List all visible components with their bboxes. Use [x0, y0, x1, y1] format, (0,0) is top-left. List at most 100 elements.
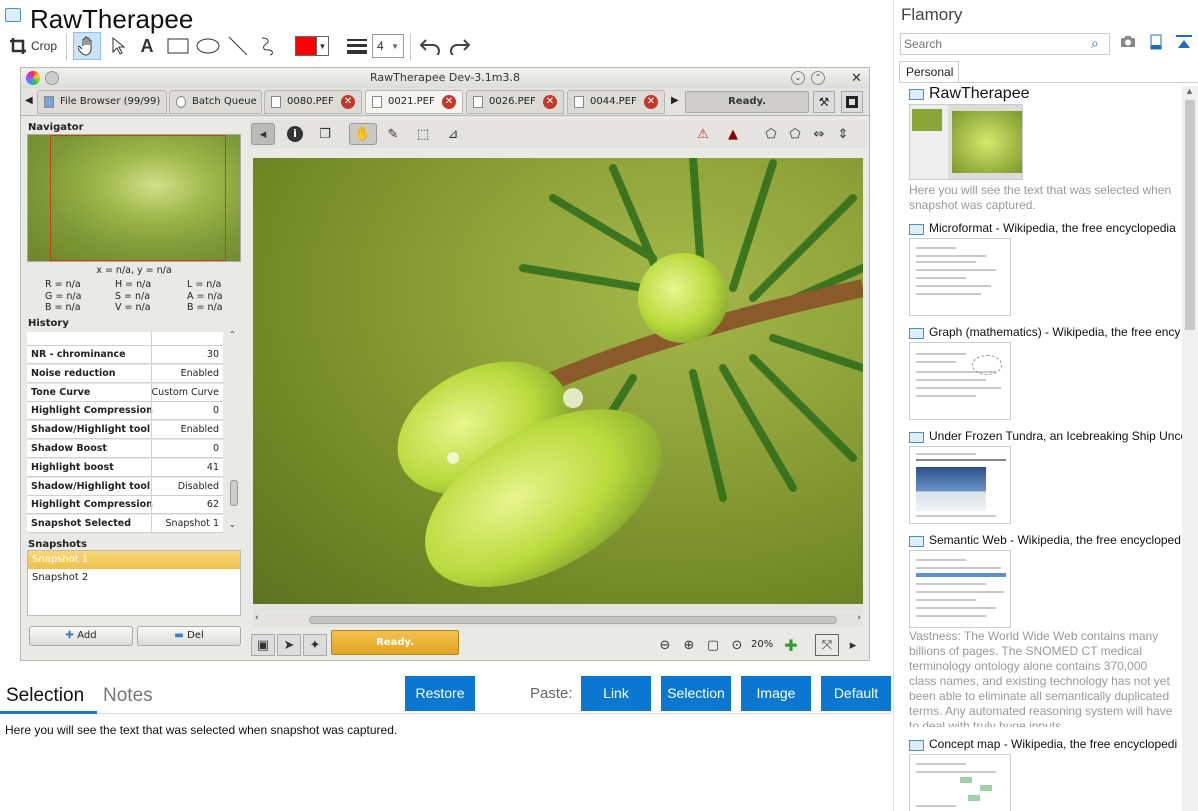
tab-label: 0080.PEF — [287, 96, 334, 107]
line-tool-button[interactable] — [226, 32, 250, 60]
hand-tool-button[interactable] — [73, 32, 101, 60]
fullscreen-icon — [841, 91, 863, 113]
b-value: B = n/a — [45, 302, 81, 313]
history-name: Highlight Compression — [31, 405, 153, 417]
maximize-icon: ⌃ — [811, 71, 825, 85]
document-icon[interactable] — [1150, 34, 1164, 50]
list-item[interactable]: Graph (mathematics) - Wikipedia, the fre… — [905, 325, 1182, 425]
item-thumbnail — [909, 550, 1011, 628]
paste-default-button[interactable]: Default — [821, 676, 891, 711]
page-title: RawTherapee — [30, 4, 194, 34]
history-row: Shadow/Highlight tool Disabled — [27, 477, 223, 496]
tab-personal[interactable]: Personal — [899, 61, 959, 83]
new-detail-window-icon: ✚ — [784, 635, 798, 655]
item-thumbnail — [909, 104, 1023, 180]
item-description: Vastness: The World Wide Web contains ma… — [909, 629, 1173, 727]
item-thumbnail — [909, 342, 1011, 420]
r-value: R = n/a — [45, 279, 81, 290]
hide-panel-icon: ◂ — [251, 123, 275, 145]
collapse-icon[interactable] — [1176, 34, 1192, 50]
del-label: Del — [187, 630, 204, 641]
line-width-select[interactable]: 4 ▼ — [372, 34, 404, 58]
freehand-icon — [261, 37, 273, 56]
history-name: Shadow/Highlight tool — [31, 480, 151, 492]
close-icon: ✕ — [341, 95, 355, 109]
item-title: Microformat - Wikipedia, the free encycl… — [929, 221, 1176, 235]
close-icon: ✕ — [442, 95, 456, 109]
history-name: Shadow/Highlight tool — [31, 424, 151, 436]
tab-0026: 0026.PEF ✕ — [466, 90, 564, 114]
crop-button[interactable]: Crop — [6, 32, 60, 60]
camera-icon[interactable] — [1120, 34, 1138, 50]
crop-label: Crop — [30, 39, 57, 53]
tab-0021: 0021.PEF ✕ — [365, 90, 463, 114]
list-item[interactable]: RawTherapee Here you will see the text t… — [905, 86, 1182, 216]
hand-icon: ✋ — [349, 123, 377, 145]
list-item[interactable]: Semantic Web - Wikipedia, the free encyc… — [905, 533, 1182, 733]
list-item[interactable]: Under Frozen Tundra, an Icebreaking Ship… — [905, 429, 1182, 529]
snapshots-title: Snapshots — [28, 539, 87, 550]
minus-icon: ▬ — [174, 630, 188, 641]
redo-button[interactable] — [446, 32, 474, 60]
undo-button[interactable] — [416, 32, 444, 60]
select-tool-button[interactable] — [106, 32, 130, 60]
web-page-icon — [909, 536, 924, 547]
selection-text[interactable]: Here you will see the text that was sele… — [5, 723, 397, 737]
rectangle-tool-button[interactable] — [164, 32, 192, 60]
chevron-left-icon: ‹ — [255, 613, 259, 623]
list-item[interactable]: Microformat - Wikipedia, the free encycl… — [905, 221, 1182, 321]
info-icon: i — [283, 123, 307, 145]
tab-label: Batch Queue — [192, 96, 257, 107]
color-picker[interactable]: ▼ — [292, 32, 332, 60]
circle-icon — [45, 71, 59, 85]
chevron-down-icon: ⌄ — [229, 520, 236, 529]
warning-icon: ⚠ — [697, 126, 709, 142]
editor-toolbar: ◂ i ❐ ✋ ✎ ⬚ ⊿ ⚠ ▲ ⬠ ⬠ ⇔ ⇕ — [249, 120, 867, 148]
tab-notes[interactable]: Notes — [103, 685, 153, 707]
tab-selection[interactable]: Selection — [6, 685, 84, 707]
pointer-icon — [112, 37, 125, 55]
g-value: G = n/a — [45, 290, 82, 302]
history-row: Snapshot Selected Snapshot 1 — [27, 515, 223, 534]
status-ready-top: Ready. — [685, 91, 809, 113]
document-icon — [271, 96, 281, 108]
del-snapshot-button: ▬ Del — [137, 626, 241, 646]
history-name: Snapshot Selected — [31, 518, 132, 530]
web-page-icon — [909, 432, 924, 443]
paste-image-button[interactable]: Image — [741, 676, 811, 711]
redo-icon — [450, 39, 471, 55]
chevron-left-icon: ◀ — [25, 95, 33, 106]
search-icon[interactable]: ⌕ — [1091, 35, 1099, 52]
paste-link-button[interactable]: Link — [581, 676, 651, 711]
window-title-bar: RawTherapee Dev-3.1m3.8 ⌄ ⌃ ✕ — [21, 68, 869, 88]
zoom-100-icon: ⊙ — [731, 637, 743, 653]
history-name: Shadow Boost — [31, 443, 107, 454]
history-value: 0 — [212, 405, 219, 417]
wrench-icon: ⚒ — [813, 91, 835, 113]
text-tool-button[interactable]: A — [135, 32, 159, 60]
snapshot-list-scrollbar[interactable]: ▲ — [1182, 86, 1198, 811]
item-title: Semantic Web - Wikipedia, the free encyc… — [929, 533, 1181, 547]
document-icon — [574, 96, 584, 108]
snapshot-list: RawTherapee Here you will see the text t… — [905, 86, 1182, 811]
history-value: 0 — [212, 443, 219, 454]
ellipse-tool-button[interactable] — [194, 32, 222, 60]
restore-button[interactable]: Restore — [405, 676, 475, 711]
paste-selection-button[interactable]: Selection — [661, 676, 731, 711]
scrollbar-thumb[interactable] — [1185, 100, 1195, 330]
history-value: 62 — [206, 499, 219, 511]
history-title: History — [28, 318, 69, 329]
flip-horizontal-icon: ⇔ — [813, 126, 825, 142]
list-item[interactable]: Concept map - Wikipedia, the free encycl… — [905, 737, 1182, 811]
close-icon: ✕ — [644, 95, 658, 109]
search-input[interactable] — [900, 33, 1110, 55]
tab-0044: 0044.PEF ✕ — [567, 90, 665, 114]
zoom-in-icon: ⊕ — [683, 637, 695, 653]
history-value: Custom Curve — [151, 386, 219, 398]
queue-icon: ➤ — [277, 634, 301, 656]
freehand-tool-button[interactable] — [256, 32, 280, 60]
line-icon — [228, 36, 248, 56]
rotate-right-icon: ⬠ — [789, 126, 801, 142]
line-width-button[interactable] — [344, 32, 370, 60]
editor-icon: ✦ — [303, 634, 327, 656]
